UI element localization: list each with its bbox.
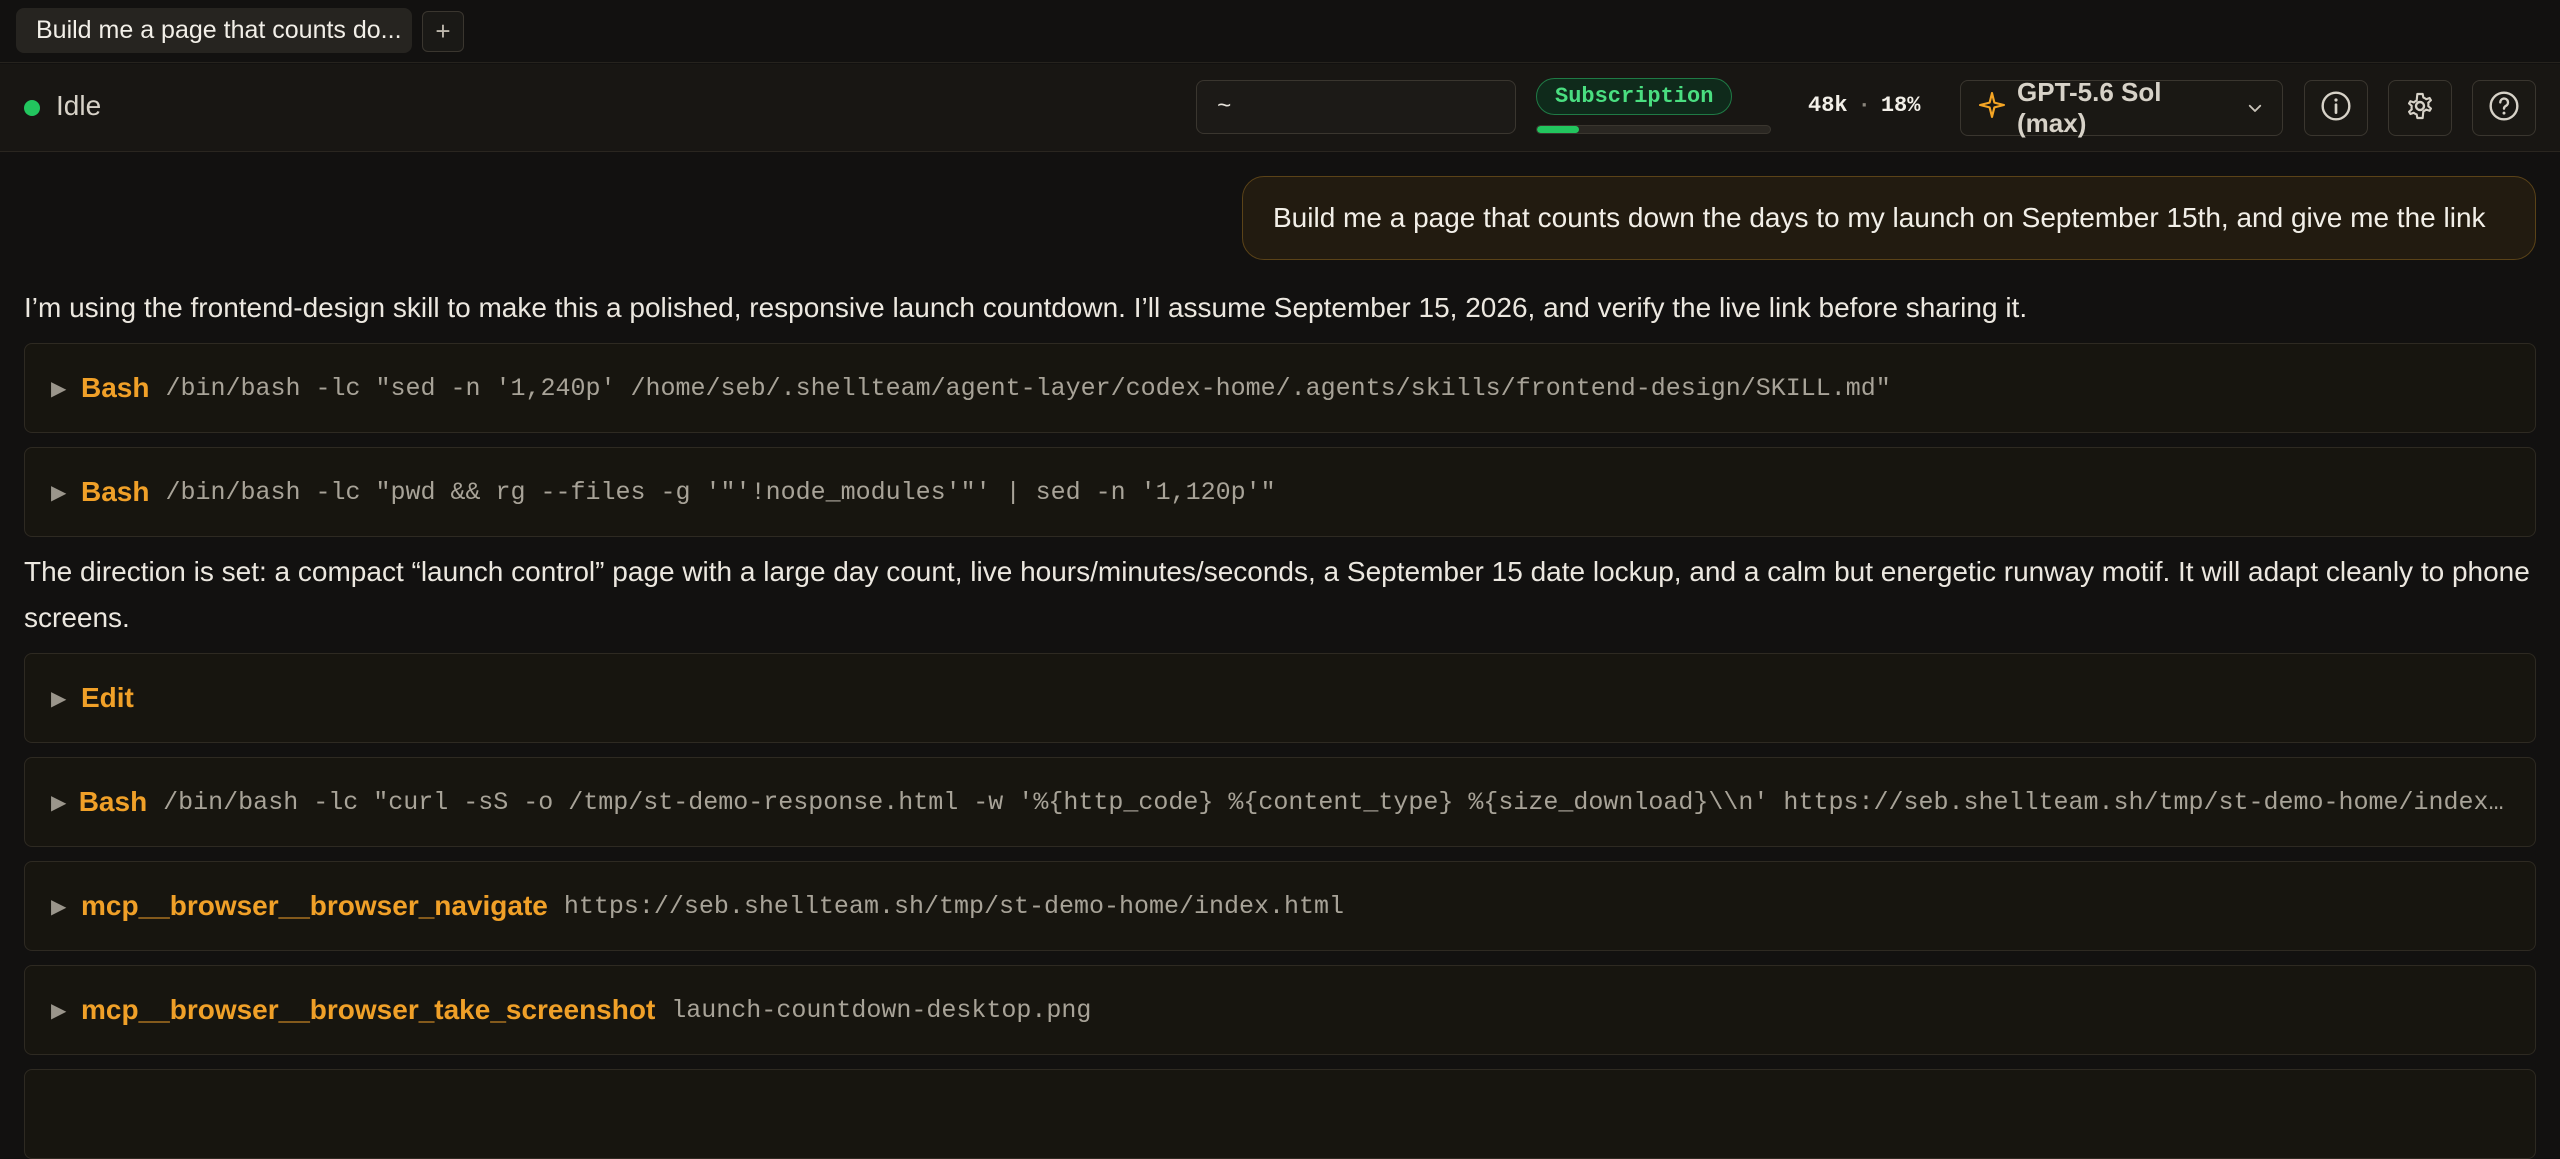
caret-right-icon: ▶ [51,895,67,918]
tool-call-row[interactable]: ▶ Edit [24,653,2536,743]
info-button[interactable] [2304,80,2368,136]
tool-call-row[interactable]: ▶ Bash /bin/bash -lc "curl -sS -o /tmp/s… [24,757,2536,847]
assistant-message: The direction is set: a compact “launch … [24,556,2530,633]
help-icon [2488,90,2520,127]
token-count: 48k [1808,93,1848,118]
user-message: Build me a page that counts down the day… [1242,176,2536,260]
settings-button[interactable] [2388,80,2452,136]
status-indicator-dot [24,100,40,116]
usage-progress-fill [1537,126,1579,133]
caret-right-icon: ▶ [51,481,67,504]
token-usage: 48k · 18% [1808,93,1920,118]
usage-progress-bar [1536,125,1771,134]
tool-name: mcp__browser__browser_navigate [81,890,548,921]
subscription-badge: Subscription [1536,78,1733,115]
tool-name: Edit [81,682,134,713]
tab-active[interactable]: Build me a page that counts do... [16,8,412,53]
tool-call-row[interactable]: ▶ mcp__browser__browser_navigate https:/… [24,861,2536,951]
token-separator: · [1857,93,1871,118]
sparkle-icon [1979,92,2005,124]
tool-name: Bash [78,786,148,817]
status-bar: Idle Subscription 48k · 18% GPT-5.6 Sol (m… [0,64,2560,152]
tool-command: launch-countdown-desktop.png [671,995,1092,1025]
plus-icon: + [435,16,451,46]
new-tab-button[interactable]: + [422,11,464,52]
context-percent: 18% [1880,93,1921,118]
caret-right-icon: ▶ [51,791,67,814]
tool-command: /bin/bash -lc "pwd && rg --files -g '"'!… [165,477,1276,507]
working-directory-input[interactable] [1196,80,1516,134]
tool-name: mcp__browser__browser_take_screenshot [81,994,656,1025]
tool-name: Bash [81,476,150,507]
user-message-text: Build me a page that counts down the day… [1273,202,2486,233]
tab-label: Build me a page that counts do... [36,16,402,44]
tool-name: Bash [81,372,150,403]
model-selector[interactable]: GPT-5.6 Sol (max) [1960,77,2283,138]
tool-call-row[interactable]: ▶ mcp__browser__browser_take_screenshot … [24,965,2536,1055]
caret-right-icon: ▶ [51,687,67,710]
tool-command: https://seb.shellteam.sh/tmp/st-demo-hom… [563,891,1345,921]
tool-call-row[interactable]: ▶ Bash /bin/bash -lc "sed -n '1,240p' /h… [24,343,2536,433]
status-label: Idle [56,90,102,121]
caret-right-icon: ▶ [51,377,67,400]
tool-call-row[interactable]: ▶ Bash /bin/bash -lc "pwd && rg --files … [24,447,2536,537]
chevron-down-icon [2246,99,2264,117]
model-label: GPT-5.6 Sol (max) [2017,77,2162,138]
info-icon [2320,90,2352,127]
tool-command: /bin/bash -lc "sed -n '1,240p' /home/seb… [165,373,1891,403]
gear-icon [2404,90,2436,127]
tool-call-row[interactable] [24,1069,2536,1159]
tool-command: /bin/bash -lc "curl -sS -o /tmp/st-demo-… [163,787,2535,817]
assistant-message: I’m using the frontend-design skill to m… [24,292,2028,323]
help-button[interactable] [2472,80,2536,136]
caret-right-icon: ▶ [51,999,67,1022]
tab-strip: Build me a page that counts do... + [0,0,2560,63]
